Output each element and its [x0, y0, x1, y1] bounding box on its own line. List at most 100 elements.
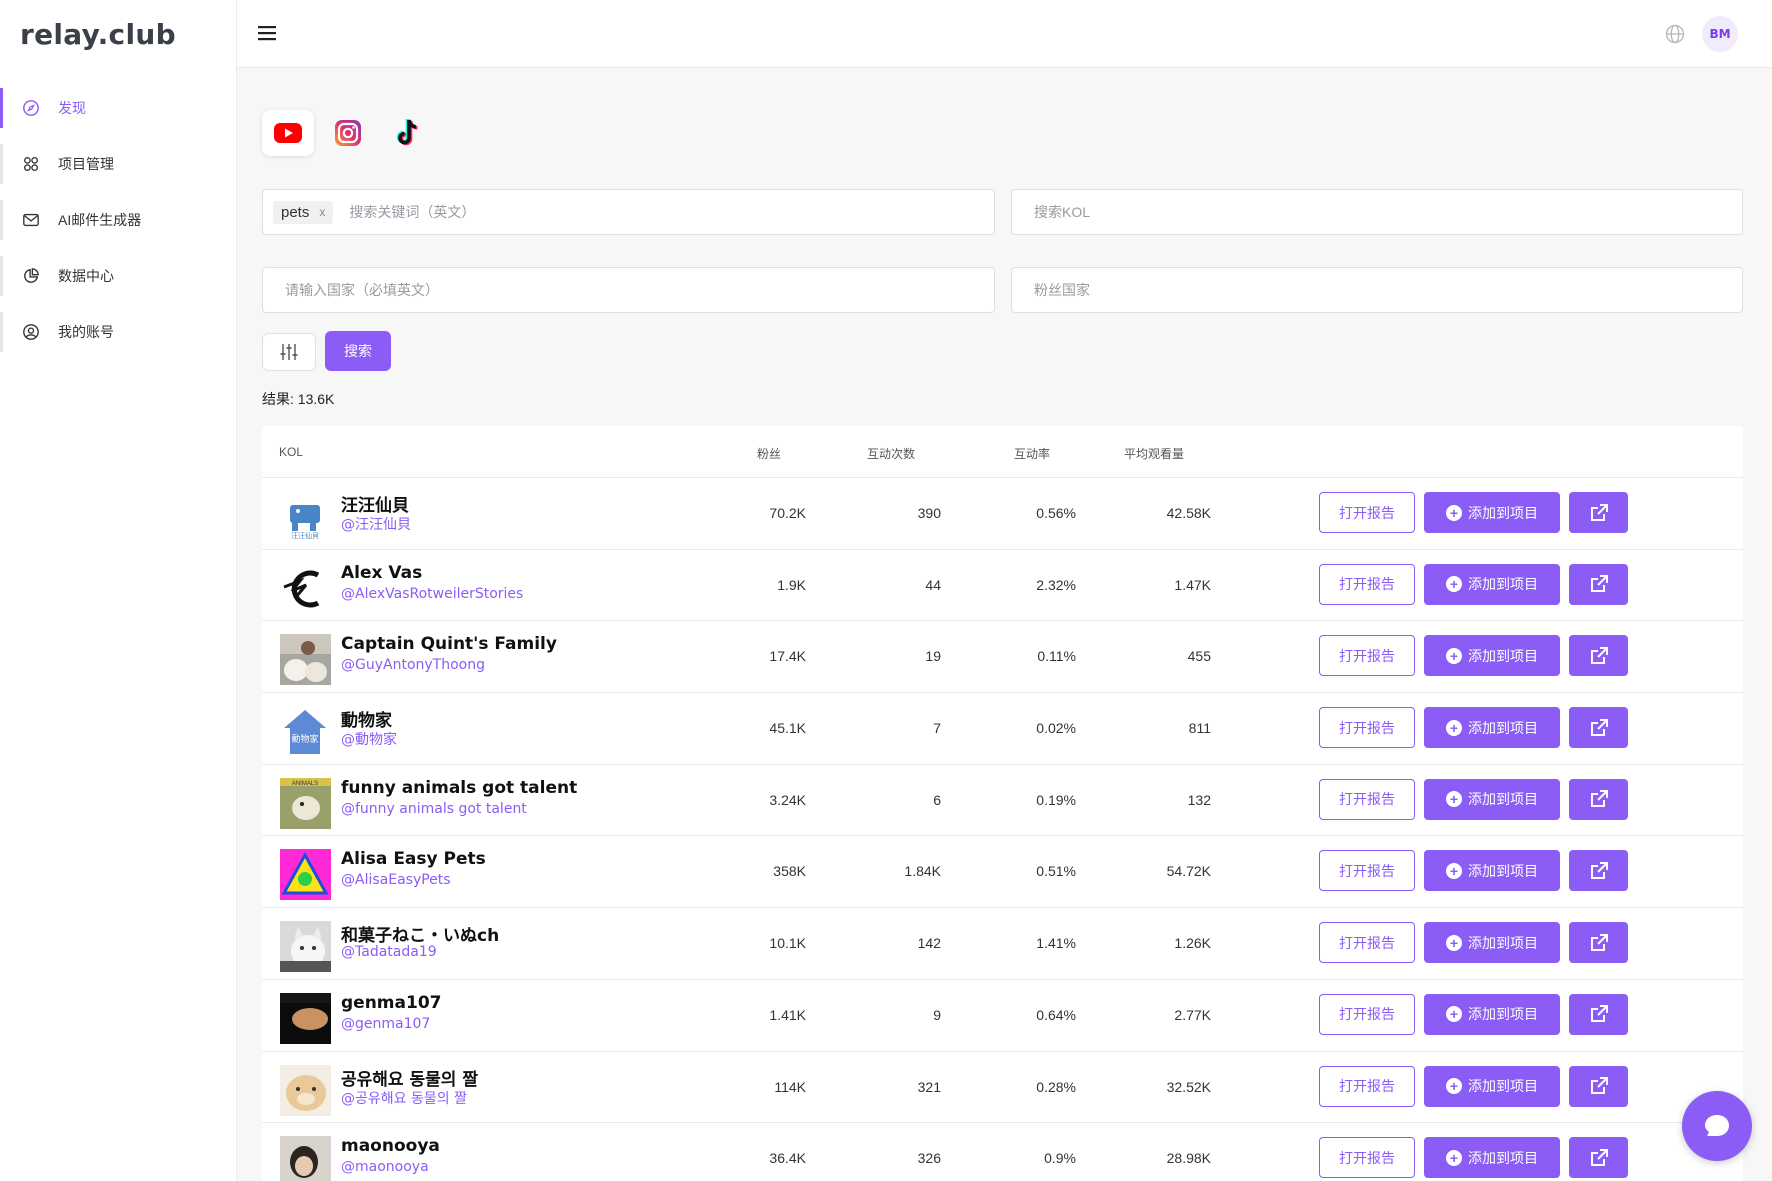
search-button[interactable]: 搜索 [325, 331, 391, 371]
kol-avatar[interactable] [280, 921, 331, 973]
kol-search-input[interactable] [1034, 204, 1742, 220]
platform-youtube[interactable] [262, 110, 314, 156]
kol-avatar[interactable]: ANIMALS [280, 777, 331, 829]
open-report-button[interactable]: 打开报告 [1319, 1065, 1415, 1107]
kol-name[interactable]: 動物家 [341, 706, 392, 731]
app-logo[interactable]: relay.club [20, 18, 176, 51]
plus-circle-icon: + [1446, 1006, 1462, 1023]
sidebar-item-account[interactable]: 我的账号 [0, 312, 237, 352]
add-to-project-button[interactable]: + 添加到项目 [1424, 993, 1560, 1035]
kol-name[interactable]: 공유해요 동물의 짤 [341, 1065, 478, 1090]
sidebar-item-projects[interactable]: 项目管理 [0, 144, 237, 184]
open-external-button[interactable] [1569, 778, 1628, 820]
platform-tiktok[interactable] [382, 110, 434, 156]
kol-handle[interactable]: @Tadatada19 [341, 944, 437, 960]
svg-text:ANIMALS: ANIMALS [292, 781, 318, 787]
country-field[interactable] [262, 267, 995, 313]
kol-avatar[interactable]: 汪汪仙貝 [280, 491, 331, 542]
header-fans[interactable]: 粉丝 [757, 445, 781, 462]
kol-avatar[interactable] [280, 634, 331, 686]
avatar[interactable]: BM [1702, 16, 1738, 52]
header-kol: KOL [279, 445, 304, 459]
kol-handle[interactable]: @genma107 [341, 1016, 430, 1032]
kol-name[interactable]: Captain Quint's Family [341, 634, 557, 654]
open-report-button[interactable]: 打开报告 [1319, 1137, 1415, 1179]
kol-handle[interactable]: @공유해요 동물의 짤 [341, 1088, 467, 1108]
fans-country-field[interactable] [1011, 267, 1743, 313]
open-external-button[interactable] [1569, 563, 1628, 605]
open-external-button[interactable] [1569, 492, 1628, 533]
globe-icon[interactable] [1665, 24, 1685, 44]
sidebar-item-data-center[interactable]: 数据中心 [0, 256, 237, 296]
fans-country-input[interactable] [1034, 282, 1742, 298]
kol-avatar[interactable] [280, 1136, 331, 1181]
add-to-project-button[interactable]: + 添加到项目 [1424, 778, 1560, 820]
plus-circle-icon: + [1446, 1078, 1462, 1094]
open-external-button[interactable] [1569, 922, 1628, 964]
add-to-project-button[interactable]: + 添加到项目 [1424, 635, 1560, 677]
header-rate[interactable]: 互动率 [1014, 445, 1050, 462]
kol-name[interactable]: 和菓子ねこ・いぬch [341, 921, 499, 946]
open-external-button[interactable] [1569, 707, 1628, 749]
open-external-button[interactable] [1569, 1065, 1628, 1107]
kol-handle[interactable]: @汪汪仙貝 [341, 514, 411, 534]
open-external-button[interactable] [1569, 1137, 1628, 1179]
external-link-icon [1590, 933, 1608, 951]
kol-name[interactable]: Alex Vas [341, 563, 422, 583]
add-to-project-button[interactable]: + 添加到项目 [1424, 492, 1560, 533]
open-report-button[interactable]: 打开报告 [1319, 707, 1415, 749]
engagement-rate-value: 0.11% [1037, 648, 1076, 665]
add-to-project-button[interactable]: + 添加到项目 [1424, 1137, 1560, 1179]
keyword-input[interactable] [349, 204, 994, 220]
add-to-project-button[interactable]: + 添加到项目 [1424, 850, 1560, 892]
engagement-rate-value: 0.9% [1044, 1150, 1076, 1167]
open-report-button[interactable]: 打开报告 [1319, 492, 1415, 533]
kol-handle[interactable]: @funny animals got talent [341, 801, 527, 817]
kol-handle[interactable]: @AlisaEasyPets [341, 872, 451, 888]
chat-button[interactable] [1682, 1091, 1752, 1161]
kol-avatar[interactable]: 動物家 [280, 706, 331, 758]
external-link-icon [1590, 1005, 1608, 1023]
country-input[interactable] [285, 282, 994, 298]
open-report-button[interactable]: 打开报告 [1319, 778, 1415, 820]
add-to-project-button[interactable]: + 添加到项目 [1424, 1065, 1560, 1107]
add-to-project-button[interactable]: + 添加到项目 [1424, 707, 1560, 749]
kol-handle[interactable]: @AlexVasRotweilerStories [341, 586, 523, 602]
add-to-project-button[interactable]: + 添加到项目 [1424, 922, 1560, 964]
open-external-button[interactable] [1569, 993, 1628, 1035]
kol-handle[interactable]: @GuyAntonyThoong [341, 657, 485, 673]
kol-avatar[interactable] [280, 849, 331, 901]
open-report-button[interactable]: 打开报告 [1319, 563, 1415, 605]
open-report-button[interactable]: 打开报告 [1319, 922, 1415, 964]
engagement-rate-value: 0.28% [1036, 1078, 1076, 1095]
kol-name[interactable]: Alisa Easy Pets [341, 849, 486, 869]
external-link-icon [1590, 861, 1608, 879]
add-to-project-button[interactable]: + 添加到项目 [1424, 563, 1560, 605]
kol-handle[interactable]: @動物家 [341, 729, 397, 749]
open-external-button[interactable] [1569, 635, 1628, 677]
filter-button[interactable] [262, 333, 316, 371]
open-external-button[interactable] [1569, 850, 1628, 892]
kol-avatar[interactable] [280, 1064, 331, 1116]
plus-circle-icon: + [1446, 791, 1462, 808]
header-engagements[interactable]: 互动次数 [867, 445, 915, 462]
kol-handle[interactable]: @maonooya [341, 1159, 429, 1175]
kol-name[interactable]: funny animals got talent [341, 778, 577, 798]
platform-instagram[interactable] [322, 110, 374, 156]
sidebar-item-discover[interactable]: 发现 [0, 88, 237, 128]
kol-search-field[interactable] [1011, 189, 1743, 235]
kol-name[interactable]: 汪汪仙貝 [341, 491, 409, 516]
engagement-rate-value: 0.64% [1036, 1006, 1076, 1023]
open-report-button[interactable]: 打开报告 [1319, 635, 1415, 677]
remove-tag-icon[interactable]: x [319, 205, 325, 219]
kol-name[interactable]: genma107 [341, 993, 441, 1013]
kol-avatar[interactable] [280, 562, 331, 614]
open-report-button[interactable]: 打开报告 [1319, 993, 1415, 1035]
menu-icon[interactable] [258, 24, 276, 42]
keyword-search-field[interactable]: pets x [262, 189, 995, 235]
open-report-button[interactable]: 打开报告 [1319, 850, 1415, 892]
sidebar-item-ai-email[interactable]: AI邮件生成器 [0, 200, 237, 240]
kol-avatar[interactable] [280, 992, 331, 1044]
kol-name[interactable]: maonooya [341, 1136, 440, 1156]
header-avg-views[interactable]: 平均观看量 [1124, 445, 1184, 462]
